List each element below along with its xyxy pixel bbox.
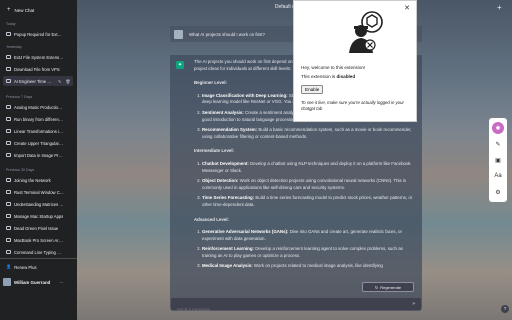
section-label: Today <box>6 22 16 26</box>
sidebar: + New Chat Today Popup Required for Exte… <box>0 0 77 320</box>
list-item: Object Detection: Work on object detecti… <box>202 178 416 191</box>
list-item: Recommendation System: Build a basic rec… <box>202 127 416 140</box>
list-item-active[interactable]: AI Engineer Time Distr ✎ 🗑 <box>3 76 73 86</box>
section-heading: Intermediate Level: <box>194 148 235 154</box>
list-item[interactable]: Dead Green Pixel Issue <box>3 223 73 233</box>
openai-icon: ✦ <box>176 61 184 69</box>
chat-icon <box>6 178 11 182</box>
message-input[interactable] <box>171 302 391 317</box>
text-icon[interactable]: Aa <box>492 170 504 182</box>
section-label: Previous 7 Days <box>6 95 33 99</box>
new-chat-icon[interactable]: + <box>497 3 502 12</box>
close-icon[interactable]: ✕ <box>404 4 410 12</box>
chat-icon <box>6 141 11 145</box>
list-item[interactable]: Create Upper Triangular Matri <box>3 138 73 148</box>
popup-status: This extension is disabled <box>301 74 356 79</box>
chat-icon <box>6 79 11 83</box>
send-icon[interactable]: ➤ <box>412 301 416 307</box>
list-item[interactable]: Import Data in Image Proces <box>3 150 73 160</box>
status-value: disabled <box>336 74 356 79</box>
user-menu[interactable]: William Guerrand ··· <box>3 276 64 288</box>
list-item: Reinforcement Learning: Develop a reinfo… <box>202 246 416 259</box>
new-chat-label: New Chat <box>14 7 35 13</box>
regenerate-button[interactable]: ↻ Regenerate <box>362 282 414 292</box>
chat-icon <box>6 214 11 218</box>
chat-icon <box>6 238 11 242</box>
chat-icon <box>6 32 11 36</box>
chat-icon <box>6 67 11 71</box>
help-icon[interactable]: ? <box>501 305 509 313</box>
avatar <box>3 278 11 286</box>
list-item[interactable]: Popup Required for Extension <box>3 29 73 39</box>
settings-icon[interactable]: ⚙ <box>492 186 504 198</box>
new-chat-button[interactable]: + New Chat <box>4 4 73 16</box>
chat-icon <box>6 105 11 109</box>
list-item: Medical Image Analysis: Work on projects… <box>202 263 416 270</box>
chat-icon <box>6 226 11 230</box>
brain-icon[interactable]: ✺ <box>492 122 504 134</box>
enable-button[interactable]: Enable <box>301 85 324 94</box>
section-heading: Advanced Level: <box>194 216 229 222</box>
list-item[interactable]: MacBook Pro Screen Artifact <box>3 235 73 245</box>
list-item[interactable]: Understanding Matrices in M <box>3 199 73 209</box>
renew-plus-button[interactable]: 👤 Renew Plus <box>6 264 37 270</box>
image-icon[interactable]: ▣ <box>492 154 504 166</box>
chat-icon <box>6 117 11 121</box>
plus-icon: + <box>7 7 11 13</box>
list-item[interactable]: Manage Mac Startup Apps <box>3 211 73 221</box>
disabled-agent-icon <box>349 11 383 53</box>
popup-note: To see it live, make sure you're actuall… <box>301 100 404 111</box>
list-item[interactable]: Run binary from different dire <box>3 114 73 124</box>
chat-icon <box>6 250 11 254</box>
list-item[interactable]: Joining the Network <box>3 175 73 185</box>
chat-icon <box>6 129 11 133</box>
chat-icon <box>6 190 11 194</box>
section-label: Yesterday <box>6 45 22 49</box>
list-item[interactable]: Command Line Typing Game <box>3 247 73 257</box>
question-text: What AI projects should I work on first? <box>189 31 265 37</box>
user-name: William Guerrand <box>14 279 51 285</box>
message-input-container: ➤ <box>170 297 422 317</box>
chat-icon <box>6 202 11 206</box>
edit-icon[interactable]: ✎ <box>492 138 504 150</box>
list-item[interactable]: Download File from VPS <box>3 64 73 74</box>
section-label: Previous 30 Days <box>6 168 35 172</box>
list-item[interactable]: Linear Transformations in Ve <box>3 126 73 136</box>
list-item: Time Series Forecasting: Build a time se… <box>202 195 416 208</box>
list-item: Chatbot Development: Develop a chatbot u… <box>202 161 416 174</box>
extension-popup: ✕ Hey, welcome to this extension! This e… <box>293 0 417 122</box>
delete-icon[interactable]: 🗑 <box>65 79 70 84</box>
refresh-icon: ↻ <box>374 284 379 290</box>
list-item[interactable]: Rust Terminal Window Code <box>3 187 73 197</box>
extension-toolbar: ✺ ✎ ▣ Aa ⚙ <box>489 118 507 202</box>
chat-icon <box>6 153 11 157</box>
popup-welcome: Hey, welcome to this extension! <box>301 65 366 70</box>
list-item: Generative Adversarial Networks (GANs): … <box>202 229 416 242</box>
user-icon: 👤 <box>6 264 12 269</box>
edit-icon[interactable]: ✎ <box>58 79 61 84</box>
avatar <box>174 29 183 39</box>
chat-icon <box>6 55 11 59</box>
list-item[interactable]: Analog Music Production Me <box>3 102 73 112</box>
list-item[interactable]: ExtJ File System Extension <box>3 52 73 62</box>
more-icon: ··· <box>59 279 64 285</box>
divider <box>0 258 77 259</box>
